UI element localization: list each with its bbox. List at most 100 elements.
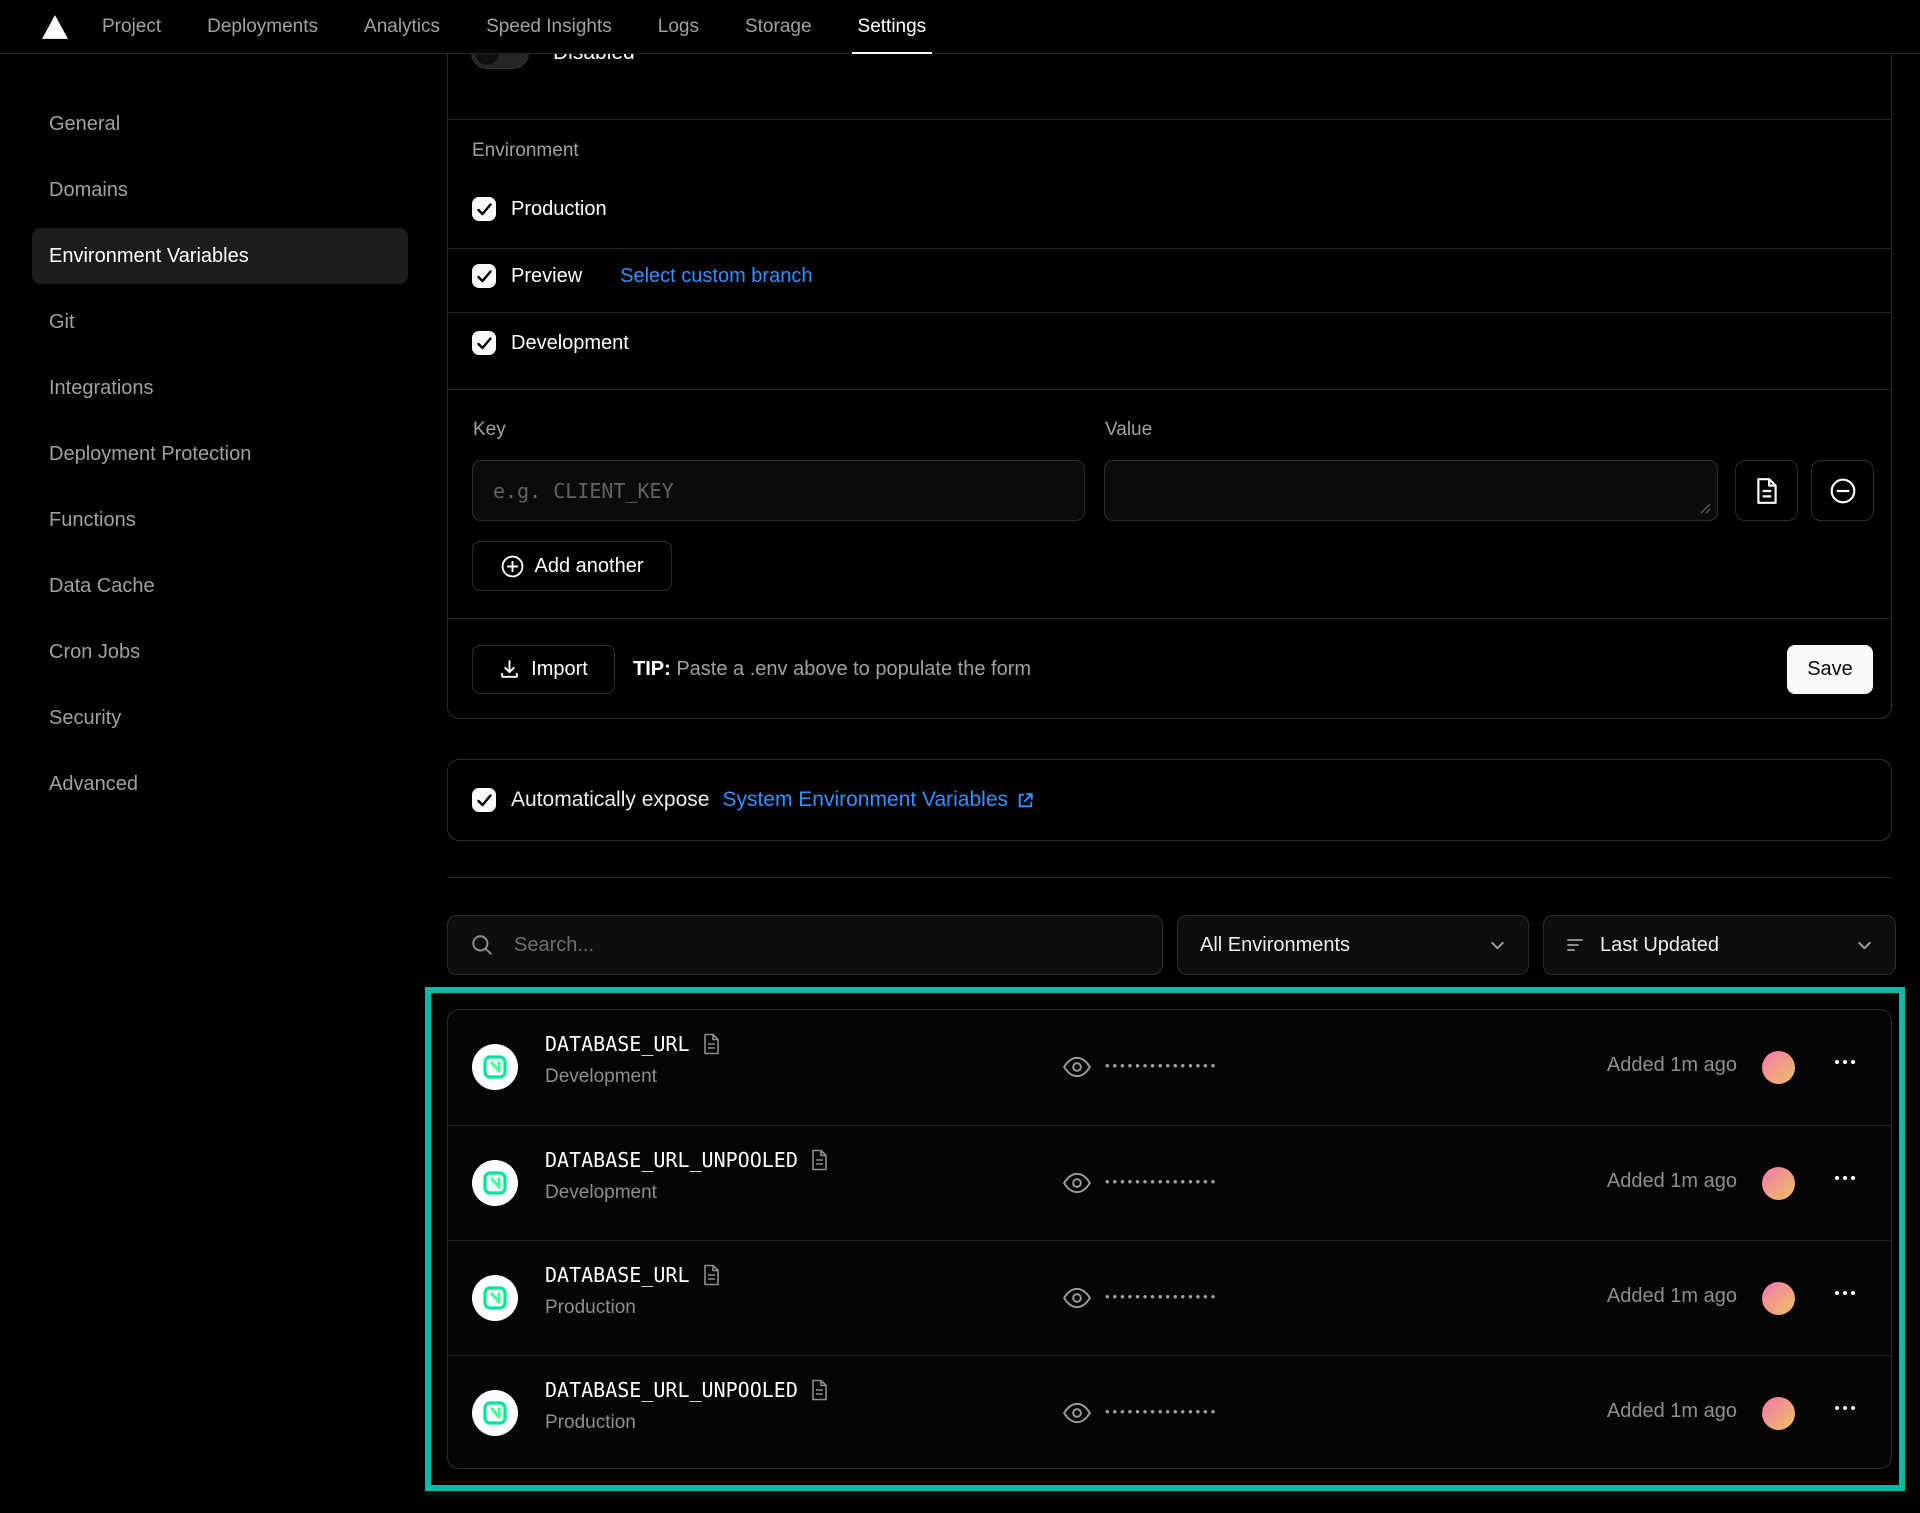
- env-var-row[interactable]: DATABASE_URL_UNPOOLED Development ••••••…: [448, 1125, 1891, 1240]
- environment-development-row: Development: [472, 331, 629, 355]
- note-icon[interactable]: [702, 1033, 721, 1055]
- reveal-value-eye-icon[interactable]: [1062, 1400, 1092, 1426]
- environment-section-label: Environment: [472, 140, 579, 162]
- env-var-environment: Production: [545, 1412, 636, 1434]
- sidebar-item-deployment-protection[interactable]: Deployment Protection: [32, 426, 408, 482]
- env-var-form-panel: Disabled Environment Production Preview …: [447, 0, 1892, 719]
- search-input[interactable]: [514, 934, 1114, 957]
- user-avatar: [1762, 1051, 1795, 1084]
- environment-filter-dropdown[interactable]: All Environments: [1177, 915, 1529, 975]
- env-var-row[interactable]: DATABASE_URL Production ••••••••••••••• …: [448, 1240, 1891, 1355]
- neon-integration-icon: [472, 1275, 518, 1321]
- divider: [448, 312, 1891, 313]
- file-icon: [1754, 477, 1780, 505]
- env-var-name: DATABASE_URL: [545, 1263, 690, 1287]
- sidebar-item-advanced[interactable]: Advanced: [32, 756, 408, 812]
- sort-filter-dropdown[interactable]: Last Updated: [1543, 915, 1896, 975]
- reveal-value-eye-icon[interactable]: [1062, 1054, 1092, 1080]
- divider: [447, 877, 1892, 878]
- environment-preview-row: Preview Select custom branch: [472, 264, 812, 288]
- divider: [448, 248, 1891, 249]
- select-custom-branch-link[interactable]: Select custom branch: [620, 265, 812, 288]
- value-input[interactable]: [1104, 460, 1718, 521]
- note-icon[interactable]: [810, 1379, 829, 1401]
- neon-integration-icon: [472, 1044, 518, 1090]
- env-var-name: DATABASE_URL_UNPOOLED: [545, 1378, 798, 1402]
- user-avatar: [1762, 1397, 1795, 1430]
- note-icon[interactable]: [810, 1149, 829, 1171]
- env-var-environment: Development: [545, 1182, 657, 1204]
- development-checkbox[interactable]: [472, 331, 496, 355]
- nav-tab-storage[interactable]: Storage: [745, 0, 812, 53]
- row-actions-menu-button[interactable]: [1835, 1406, 1855, 1410]
- sidebar-item-general[interactable]: General: [32, 96, 408, 152]
- sidebar-item-data-cache[interactable]: Data Cache: [32, 558, 408, 614]
- sidebar-item-integrations[interactable]: Integrations: [32, 360, 408, 416]
- nav-tab-project[interactable]: Project: [102, 0, 161, 53]
- nav-tab-deployments[interactable]: Deployments: [207, 0, 318, 53]
- tip-text: Paste a .env above to populate the form: [671, 658, 1031, 680]
- env-var-name: DATABASE_URL_UNPOOLED: [545, 1148, 798, 1172]
- search-box: [447, 915, 1163, 975]
- add-another-label: Add another: [535, 555, 644, 578]
- env-var-environment: Development: [545, 1066, 657, 1088]
- nav-tabs: Project Deployments Analytics Speed Insi…: [102, 0, 926, 53]
- search-icon: [470, 933, 494, 957]
- note-icon[interactable]: [702, 1264, 721, 1286]
- preview-label: Preview: [511, 265, 582, 288]
- environment-filter-value: All Environments: [1200, 934, 1350, 957]
- resize-grip-icon[interactable]: [1698, 501, 1712, 515]
- row-actions-menu-button[interactable]: [1835, 1176, 1855, 1180]
- system-env-checkbox[interactable]: [472, 788, 496, 812]
- sidebar-item-cron-jobs[interactable]: Cron Jobs: [32, 624, 408, 680]
- import-tip: TIP: Paste a .env above to populate the …: [633, 658, 1031, 681]
- nav-tab-settings[interactable]: Settings: [858, 0, 927, 53]
- env-var-row[interactable]: DATABASE_URL Development •••••••••••••••…: [448, 1010, 1891, 1125]
- plus-circle-icon: [501, 555, 524, 578]
- preview-checkbox[interactable]: [472, 264, 496, 288]
- system-env-label: Automatically expose: [511, 788, 709, 812]
- sidebar-item-environment-variables[interactable]: Environment Variables: [32, 228, 408, 284]
- top-nav: Project Deployments Analytics Speed Insi…: [0, 0, 1920, 54]
- production-checkbox[interactable]: [472, 197, 496, 221]
- divider: [448, 119, 1891, 120]
- production-label: Production: [511, 198, 607, 221]
- sidebar-item-functions[interactable]: Functions: [32, 492, 408, 548]
- masked-value: •••••••••••••••: [1105, 1058, 1218, 1073]
- env-var-environment: Production: [545, 1297, 636, 1319]
- import-button[interactable]: Import: [472, 645, 615, 694]
- add-another-button[interactable]: Add another: [472, 541, 672, 591]
- divider: [448, 618, 1891, 619]
- chevron-down-icon: [1489, 937, 1506, 954]
- external-link-icon: [1016, 791, 1035, 810]
- remove-row-button[interactable]: [1811, 460, 1874, 521]
- reveal-value-eye-icon[interactable]: [1062, 1285, 1092, 1311]
- system-env-link-label: System Environment Variables: [722, 788, 1008, 812]
- env-var-row[interactable]: DATABASE_URL_UNPOOLED Production •••••••…: [448, 1355, 1891, 1469]
- row-actions-menu-button[interactable]: [1835, 1291, 1855, 1295]
- save-button[interactable]: Save: [1787, 645, 1873, 694]
- nav-tab-logs[interactable]: Logs: [658, 0, 699, 53]
- highlight-annotation-box: DATABASE_URL Development •••••••••••••••…: [425, 987, 1905, 1491]
- nav-tab-analytics[interactable]: Analytics: [364, 0, 440, 53]
- user-avatar: [1762, 1282, 1795, 1315]
- settings-sidebar: General Domains Environment Variables Gi…: [32, 96, 408, 822]
- key-input[interactable]: [472, 460, 1085, 521]
- added-timestamp: Added 1m ago: [1607, 1170, 1737, 1193]
- development-label: Development: [511, 332, 629, 355]
- vercel-logo-icon[interactable]: [42, 15, 68, 39]
- system-env-link[interactable]: System Environment Variables: [722, 788, 1035, 812]
- import-label: Import: [531, 658, 588, 681]
- row-actions-menu-button[interactable]: [1835, 1060, 1855, 1064]
- reveal-value-eye-icon[interactable]: [1062, 1170, 1092, 1196]
- sort-filter-value: Last Updated: [1600, 934, 1719, 957]
- sidebar-item-domains[interactable]: Domains: [32, 162, 408, 218]
- sidebar-item-git[interactable]: Git: [32, 294, 408, 350]
- nav-tab-speed-insights[interactable]: Speed Insights: [486, 0, 612, 53]
- chevron-down-icon: [1856, 937, 1873, 954]
- system-env-panel: Automatically expose System Environment …: [447, 759, 1892, 841]
- paste-env-file-button[interactable]: [1735, 460, 1798, 521]
- sidebar-item-security[interactable]: Security: [32, 690, 408, 746]
- added-timestamp: Added 1m ago: [1607, 1285, 1737, 1308]
- value-label: Value: [1105, 419, 1152, 441]
